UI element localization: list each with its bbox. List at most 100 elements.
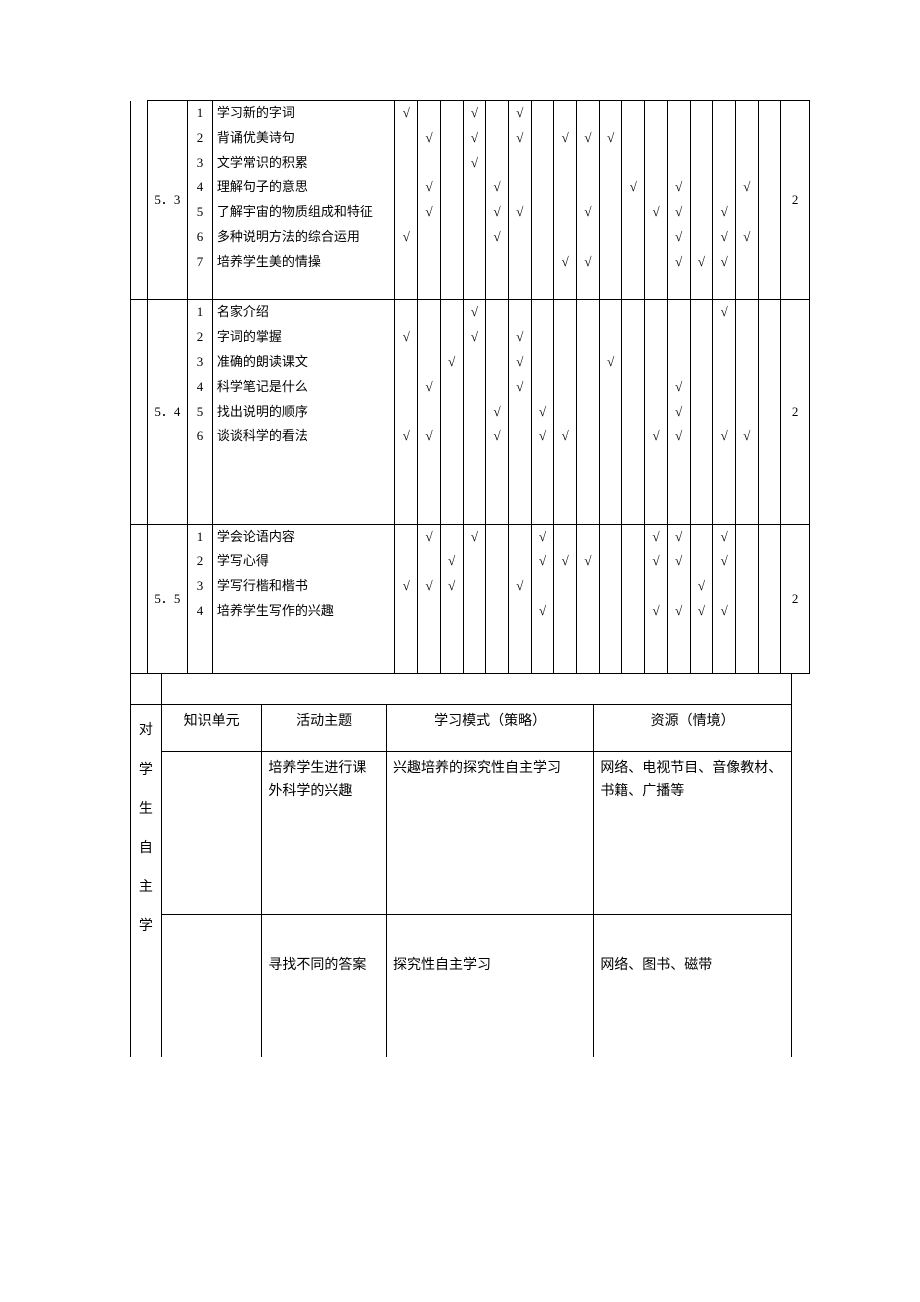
pad-cell <box>645 649 668 674</box>
pad-cell <box>554 624 577 649</box>
check-cell <box>395 151 418 176</box>
pad-cell <box>599 474 622 499</box>
check-cell <box>599 574 622 599</box>
check-cell <box>531 151 554 176</box>
check-cell <box>554 524 577 549</box>
pad-cell <box>188 275 213 300</box>
check-cell: √ <box>736 424 759 449</box>
check-cell <box>554 225 577 250</box>
pad-cell <box>645 474 668 499</box>
check-cell: √ <box>713 225 736 250</box>
check-cell <box>486 300 509 325</box>
check-cell: √ <box>531 524 554 549</box>
vertical-label-char: 学 <box>137 907 155 946</box>
check-cell <box>758 524 781 549</box>
check-cell <box>395 350 418 375</box>
pad-cell <box>645 499 668 524</box>
pad-cell <box>188 624 213 649</box>
check-cell <box>395 375 418 400</box>
check-cell: √ <box>667 524 690 549</box>
check-cell <box>690 200 713 225</box>
check-cell: √ <box>418 424 441 449</box>
table-row: 6谈谈科学的看法√√√√√√√√√ <box>131 424 810 449</box>
check-cell <box>758 101 781 126</box>
pad-cell <box>486 649 509 674</box>
pad-cell <box>599 649 622 674</box>
check-cell: √ <box>463 126 486 151</box>
check-cell <box>713 574 736 599</box>
pad-cell <box>188 649 213 674</box>
check-cell <box>577 300 600 325</box>
check-cell <box>758 549 781 574</box>
check-cell <box>577 574 600 599</box>
pad-cell <box>531 474 554 499</box>
pad-cell <box>577 275 600 300</box>
section-id: 5．5 <box>147 524 188 674</box>
check-cell <box>440 300 463 325</box>
pad-cell <box>713 624 736 649</box>
check-cell <box>440 200 463 225</box>
table-row: 3学写行楷和楷书√√√√√ <box>131 574 810 599</box>
check-cell <box>418 250 441 275</box>
row-number: 2 <box>188 325 213 350</box>
pad-cell <box>440 449 463 474</box>
check-cell <box>395 175 418 200</box>
check-cell <box>645 574 668 599</box>
table-row <box>131 649 810 674</box>
row-number: 4 <box>188 599 213 624</box>
pad-cell <box>212 649 395 674</box>
pad-cell <box>622 499 645 524</box>
self-study-table: 对学生自主学 知识单元 活动主题 学习模式（策略） 资源（情境） 培养学生进行课… <box>130 674 792 1057</box>
cell-mode: 探究性自主学习 <box>387 915 594 1058</box>
check-cell: √ <box>736 225 759 250</box>
check-cell <box>599 375 622 400</box>
check-cell <box>554 574 577 599</box>
pad-cell <box>554 275 577 300</box>
curriculum-matrix-table: 5．31学习新的字词√√√22背诵优美诗句√√√√√√3文学常识的积累√4理解句… <box>130 100 810 674</box>
pad-cell <box>622 649 645 674</box>
bottom-header-row: 对学生自主学 知识单元 活动主题 学习模式（策略） 资源（情境） <box>131 705 792 752</box>
pad-cell <box>758 624 781 649</box>
check-cell: √ <box>713 200 736 225</box>
vertical-label-char: 对 <box>137 711 155 750</box>
table-row: 6多种说明方法的综合运用√√√√√ <box>131 225 810 250</box>
check-cell: √ <box>667 225 690 250</box>
check-cell <box>758 325 781 350</box>
pad-cell <box>622 275 645 300</box>
check-cell <box>645 101 668 126</box>
hours-cell: 2 <box>781 300 810 524</box>
check-cell <box>622 225 645 250</box>
check-cell <box>508 175 531 200</box>
check-cell <box>554 599 577 624</box>
check-cell: √ <box>508 350 531 375</box>
check-cell <box>531 126 554 151</box>
row-desc: 培养学生写作的兴趣 <box>212 599 395 624</box>
table-row: 2学写心得√√√√√√√ <box>131 549 810 574</box>
pad-cell <box>463 624 486 649</box>
check-cell <box>690 524 713 549</box>
check-cell: √ <box>554 126 577 151</box>
check-cell <box>758 175 781 200</box>
check-cell <box>667 151 690 176</box>
check-cell <box>554 350 577 375</box>
check-cell <box>577 599 600 624</box>
check-cell <box>463 549 486 574</box>
table-row: 2字词的掌握√√√ <box>131 325 810 350</box>
pad-cell <box>599 624 622 649</box>
check-cell: √ <box>713 300 736 325</box>
check-cell <box>690 225 713 250</box>
row-number: 6 <box>188 225 213 250</box>
pad-cell <box>486 624 509 649</box>
check-cell <box>599 424 622 449</box>
row-desc: 培养学生美的情操 <box>212 250 395 275</box>
pad-cell <box>690 449 713 474</box>
check-cell <box>463 200 486 225</box>
check-cell <box>713 126 736 151</box>
check-cell <box>418 400 441 425</box>
pad-cell <box>440 474 463 499</box>
table-row <box>131 449 810 474</box>
check-cell: √ <box>667 250 690 275</box>
check-cell: √ <box>440 350 463 375</box>
pad-cell <box>554 499 577 524</box>
check-cell <box>577 175 600 200</box>
